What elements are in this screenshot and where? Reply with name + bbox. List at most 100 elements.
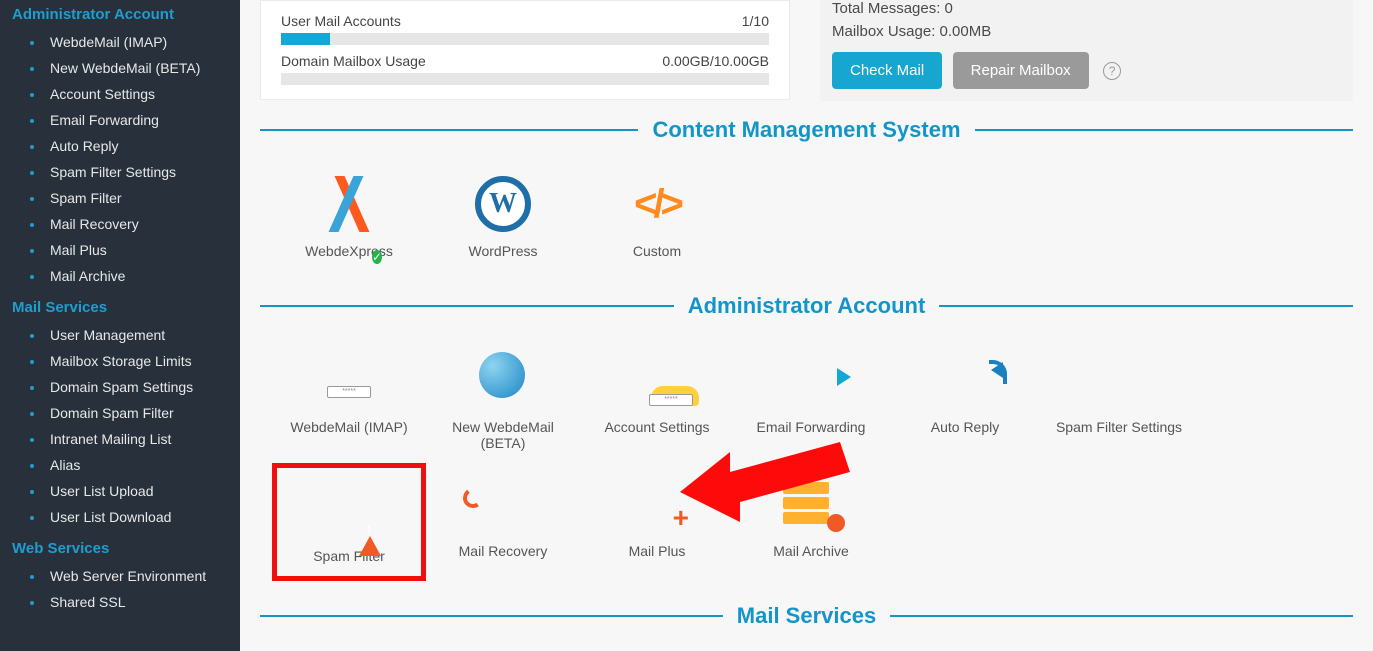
app-label: Email Forwarding <box>736 419 886 435</box>
app-label: Auto Reply <box>890 419 1040 435</box>
app-wordpress[interactable]: W WordPress <box>426 163 580 271</box>
sidebar-item-auto-reply[interactable]: Auto Reply <box>0 133 240 159</box>
webdexpress-icon <box>323 178 375 230</box>
usage-value: 0.00GB/10.00GB <box>662 53 769 69</box>
app-custom[interactable]: </> Custom <box>580 163 734 271</box>
sidebar-item-mail-archive[interactable]: Mail Archive <box>0 263 240 289</box>
sidebar-item-domain-spam-filter[interactable]: Domain Spam Filter <box>0 400 240 426</box>
mail-archive-icon <box>783 482 839 526</box>
sidebar-item-label: User Management <box>50 327 165 343</box>
section-title-mailservices: Mail Services <box>723 603 890 629</box>
sidebar-item-intranet-mailing-list[interactable]: Intranet Mailing List <box>0 426 240 452</box>
sidebar-item-user-list-download[interactable]: User List Download <box>0 504 240 530</box>
app-label: WebdeMail (IMAP) <box>274 419 424 435</box>
mail-icon: ***** <box>321 358 377 402</box>
app-label: Account Settings <box>582 419 732 435</box>
app-label: Spam Filter Settings <box>1044 419 1194 435</box>
sidebar-item-domain-spam-settings[interactable]: Domain Spam Settings <box>0 374 240 400</box>
check-badge-icon: ✓ <box>372 250 382 264</box>
sidebar-item-spam-filter[interactable]: Spam Filter <box>0 185 240 211</box>
app-spam-filter-settings[interactable]: Spam Filter Settings <box>1042 339 1196 463</box>
app-mail-archive[interactable]: Mail Archive <box>734 463 888 581</box>
top-row: User Mail Accounts 1/10 Domain Mailbox U… <box>260 0 1353 101</box>
sidebar-item-label: Alias <box>50 457 80 473</box>
app-account-settings[interactable]: ***** Account Settings <box>580 339 734 463</box>
sidebar-item-label: Email Forwarding <box>50 112 159 128</box>
mailbox-total-messages: Total Messages: 0 <box>832 0 1341 23</box>
mailbox-usage: Mailbox Usage: 0.00MB <box>832 23 1341 46</box>
sidebar-group-admin-list: WebdeMail (IMAP) New WebdeMail (BETA) Ac… <box>0 29 240 293</box>
sidebar-item-web-server-environment[interactable]: Web Server Environment <box>0 563 240 589</box>
sidebar-item-user-list-upload[interactable]: User List Upload <box>0 478 240 504</box>
sidebar-item-label: User List Download <box>50 509 171 525</box>
mail-forward-icon <box>783 358 839 402</box>
sidebar-group-webservices-title: Web Services <box>0 534 240 563</box>
admin-grid: ***** WebdeMail (IMAP) New WebdeMail (BE… <box>260 333 1353 593</box>
app-label: New WebdeMail (BETA) <box>428 419 578 451</box>
sidebar: Administrator Account WebdeMail (IMAP) N… <box>0 0 240 651</box>
usage-label: User Mail Accounts <box>281 13 401 29</box>
app-mail-plus[interactable]: + Mail Plus <box>580 463 734 581</box>
sidebar-item-mailbox-storage-limits[interactable]: Mailbox Storage Limits <box>0 348 240 374</box>
app-mail-recovery[interactable]: Mail Recovery <box>426 463 580 581</box>
sidebar-item-label: Auto Reply <box>50 138 118 154</box>
sidebar-item-shared-ssl[interactable]: Shared SSL <box>0 589 240 615</box>
mailbox-panel: Total Messages: 0 Mailbox Usage: 0.00MB … <box>820 0 1353 101</box>
main-content: User Mail Accounts 1/10 Domain Mailbox U… <box>240 0 1373 651</box>
usage-value: 1/10 <box>742 13 769 29</box>
sidebar-item-label: WebdeMail (IMAP) <box>50 34 167 50</box>
cms-grid: ✓ WebdeXpress W WordPress </> Custom <box>260 157 1353 283</box>
app-email-forwarding[interactable]: Email Forwarding <box>734 339 888 463</box>
sidebar-item-label: Mail Archive <box>50 268 125 284</box>
app-label: Mail Archive <box>736 543 886 559</box>
app-webdexpress[interactable]: ✓ WebdeXpress <box>272 163 426 271</box>
app-spam-filter[interactable]: Spam Filter <box>272 463 426 581</box>
sidebar-item-mail-recovery[interactable]: Mail Recovery <box>0 211 240 237</box>
sidebar-item-label: New WebdeMail (BETA) <box>50 60 200 76</box>
app-new-webdemail-beta[interactable]: New WebdeMail (BETA) <box>426 339 580 463</box>
mail-gear-icon <box>1091 358 1147 402</box>
mail-warning-icon <box>321 487 377 531</box>
sidebar-item-label: Shared SSL <box>50 594 126 610</box>
sidebar-item-account-settings[interactable]: Account Settings <box>0 81 240 107</box>
usage-row-accounts: User Mail Accounts 1/10 <box>281 5 769 29</box>
user-settings-icon: ***** <box>629 358 685 402</box>
sidebar-item-label: Web Server Environment <box>50 568 206 584</box>
app-label: WebdeXpress <box>274 243 424 259</box>
usage-bar-accounts <box>281 33 769 45</box>
sidebar-group-mailservices-title: Mail Services <box>0 293 240 322</box>
sidebar-item-mail-plus[interactable]: Mail Plus <box>0 237 240 263</box>
sidebar-group-webservices-list: Web Server Environment Shared SSL <box>0 563 240 619</box>
app-webdemail-imap[interactable]: ***** WebdeMail (IMAP) <box>272 339 426 463</box>
section-heading-cms: Content Management System <box>260 117 1353 143</box>
sidebar-item-alias[interactable]: Alias <box>0 452 240 478</box>
sidebar-item-webdemail-imap[interactable]: WebdeMail (IMAP) <box>0 29 240 55</box>
usage-row-domain: Domain Mailbox Usage 0.00GB/10.00GB <box>281 45 769 69</box>
sidebar-group-mailservices-list: User Management Mailbox Storage Limits D… <box>0 322 240 534</box>
sidebar-item-label: Spam Filter Settings <box>50 164 176 180</box>
sidebar-item-label: Domain Spam Filter <box>50 405 174 421</box>
section-title-admin: Administrator Account <box>674 293 940 319</box>
check-mail-button[interactable]: Check Mail <box>832 52 942 89</box>
sidebar-item-label: User List Upload <box>50 483 154 499</box>
mail-plus-icon: + <box>629 482 685 526</box>
sidebar-item-label: Mail Recovery <box>50 216 139 232</box>
app-auto-reply[interactable]: Auto Reply <box>888 339 1042 463</box>
sidebar-item-label: Mailbox Storage Limits <box>50 353 192 369</box>
repair-mailbox-button[interactable]: Repair Mailbox <box>953 52 1089 89</box>
usage-card: User Mail Accounts 1/10 Domain Mailbox U… <box>260 0 790 100</box>
section-heading-mailservices: Mail Services <box>260 603 1353 629</box>
help-icon[interactable]: ? <box>1103 62 1121 80</box>
sidebar-item-label: Mail Plus <box>50 242 107 258</box>
app-label: WordPress <box>428 243 578 259</box>
sidebar-item-label: Spam Filter <box>50 190 122 206</box>
sidebar-item-email-forwarding[interactable]: Email Forwarding <box>0 107 240 133</box>
sidebar-item-user-management[interactable]: User Management <box>0 322 240 348</box>
mail-reply-icon <box>937 358 993 402</box>
app-label: Mail Recovery <box>428 543 578 559</box>
sidebar-item-new-webdemail-beta[interactable]: New WebdeMail (BETA) <box>0 55 240 81</box>
wordpress-icon: W <box>475 176 531 232</box>
mail-recovery-icon <box>475 482 531 526</box>
sidebar-item-spam-filter-settings[interactable]: Spam Filter Settings <box>0 159 240 185</box>
sidebar-item-label: Intranet Mailing List <box>50 431 171 447</box>
